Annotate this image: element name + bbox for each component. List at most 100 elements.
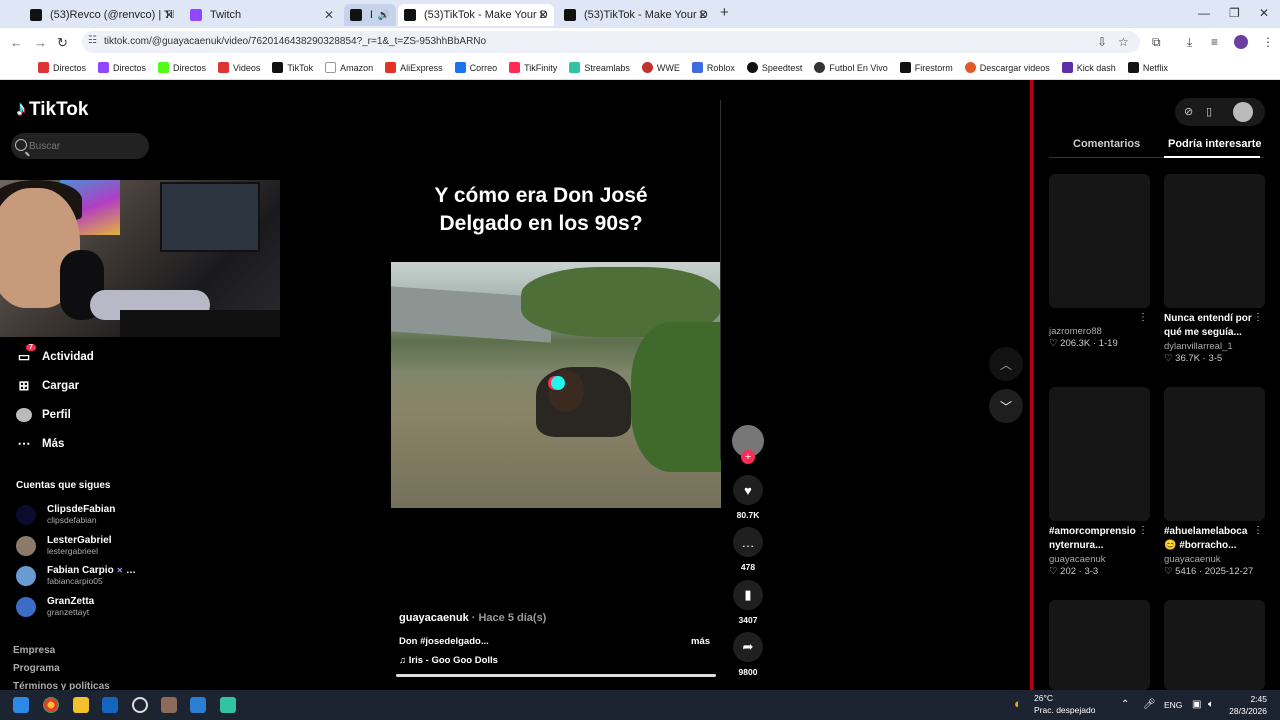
new-tab-button[interactable]: + [720, 4, 729, 21]
browser-tab-active[interactable]: (53)TikTok - Make Your Day ✕ [398, 4, 554, 26]
vscode-icon[interactable] [102, 697, 118, 713]
bookmark-wwe[interactable]: WWE [641, 62, 680, 73]
streamlabs-app-icon[interactable] [220, 697, 236, 713]
bookmark-amazon[interactable]: Amazon [325, 62, 373, 73]
bookmark-tikfinity[interactable]: TikFinity [509, 62, 557, 73]
suggested-video-card[interactable] [1164, 600, 1265, 690]
maximize-button[interactable]: ❐ [1229, 6, 1240, 20]
avatar[interactable] [1233, 102, 1253, 122]
video-author-line[interactable]: guayacaenuk · Hace 5 día(s) [399, 612, 546, 624]
photos-icon[interactable] [190, 697, 206, 713]
close-icon[interactable]: ✕ [538, 8, 548, 22]
clock-time[interactable]: 2:45 [1225, 694, 1267, 704]
suggested-video-card[interactable]: ⋮ #ahuelamelaboca 😊 #borracho... guayaca… [1164, 387, 1265, 577]
bookmark-futbol[interactable]: Futbol En Vivo [814, 62, 888, 73]
more-options-icon[interactable]: ⋮ [1253, 525, 1263, 536]
windows-start-icon[interactable] [13, 697, 29, 713]
bookmark-descargar[interactable]: Descargar videos [964, 62, 1050, 73]
more-options-icon[interactable]: ⋮ [1138, 312, 1148, 323]
followed-account[interactable]: GranZetta granzettayt [16, 596, 94, 617]
chrome-icon[interactable] [43, 697, 59, 713]
next-video-button[interactable]: ﹀ [989, 389, 1023, 423]
bookmark-correo[interactable]: Correo [454, 62, 497, 73]
bookmark-videos[interactable]: Videos [218, 62, 260, 73]
microphone-icon[interactable]: 🎤︎ [1143, 699, 1156, 710]
chevron-up-icon[interactable]: ⌃ [1121, 699, 1129, 710]
followed-account[interactable]: ClipsdeFabian clipsdefabian [16, 504, 115, 525]
search-box[interactable] [11, 133, 149, 159]
bookmark-netflix[interactable]: Netflix [1127, 62, 1168, 73]
close-icon[interactable]: ✕ [324, 8, 334, 22]
media-control-icon[interactable]: ≡ [1211, 35, 1218, 49]
follow-button[interactable]: + [741, 450, 755, 464]
browser-tab[interactable]: Twitch ✕ [184, 4, 340, 26]
more-options-icon[interactable]: ⋮ [1253, 312, 1263, 323]
suggested-video-card[interactable]: ⋮ Nunca entendí por qué me seguía... dyl… [1164, 174, 1265, 364]
bookmark-directos[interactable]: Directos [98, 62, 146, 73]
file-explorer-icon[interactable] [73, 697, 89, 713]
bookmark-directos[interactable]: Directos [158, 62, 206, 73]
weather-icon[interactable]: ◐ [1014, 696, 1022, 711]
followed-account[interactable]: Fabian Carpio ✕ … fabiancarpio05 [16, 565, 136, 586]
more-link[interactable]: más [691, 636, 710, 647]
extensions-icon[interactable]: ⧉ [1152, 35, 1161, 50]
mobile-device-icon[interactable]: ▯ [1206, 105, 1212, 118]
download-icon[interactable]: ⤓ [1187, 35, 1192, 50]
sidebar-item-perfil[interactable]: Perfil [16, 408, 71, 422]
menu-dots-icon[interactable]: ⋮ [1262, 35, 1274, 49]
network-icon[interactable]: ▣ [1192, 699, 1201, 710]
weather-temp[interactable]: 26°C [1034, 693, 1053, 703]
music-label[interactable]: ♫ Iris - Goo Goo Dolls [399, 655, 498, 666]
bookmark-kick-dash[interactable]: Kick dash [1061, 62, 1116, 73]
bookmark-directos[interactable]: Directos [38, 62, 86, 73]
video-progress-bar[interactable] [396, 674, 716, 677]
tiktok-logo[interactable]: ♪ TikTok [16, 98, 88, 121]
share-button[interactable]: ➦ 9800 [733, 632, 763, 677]
forward-icon[interactable]: → [34, 35, 47, 50]
suggested-video-card[interactable]: ⋮ jazromero88 ♡ 206.3K · 1-19 [1049, 174, 1150, 349]
like-button[interactable]: ♥ 80.7K [733, 475, 763, 520]
video-author[interactable]: guayacaenuk [399, 612, 469, 624]
browser-tab[interactable]: De 🔊 [344, 4, 396, 26]
compass-icon[interactable]: ⊘ [1184, 105, 1193, 118]
comment-button[interactable]: … 478 [733, 527, 763, 572]
obs-icon[interactable] [132, 697, 148, 713]
language-indicator[interactable]: ENG [1164, 700, 1182, 710]
bookmark-speedtest[interactable]: Speedtest [746, 62, 802, 73]
previous-video-button[interactable]: ︿ [989, 347, 1023, 381]
install-app-icon[interactable]: ⇩ [1097, 35, 1107, 49]
close-icon[interactable]: ✕ [698, 8, 708, 22]
footer-link-empresa[interactable]: Empresa [13, 645, 55, 656]
minimize-button[interactable]: — [1198, 6, 1210, 20]
sidebar-item-actividad[interactable]: ▭ 7 Actividad [16, 344, 94, 364]
profile-avatar[interactable] [1234, 35, 1248, 49]
more-options-icon[interactable]: ⋮ [1138, 525, 1148, 536]
clock-date[interactable]: 28/3/2026 [1222, 706, 1267, 716]
save-button[interactable]: ▮ 3407 [733, 580, 763, 625]
browser-tab[interactable]: (53)TikTok - Make Your Day ✕ [558, 4, 714, 26]
sidebar-item-mas[interactable]: ⋯ Más [16, 436, 65, 451]
reload-icon[interactable]: ↻ [57, 35, 68, 51]
back-icon[interactable]: ← [10, 35, 23, 50]
followed-account[interactable]: LesterGabriel lestergabrieel [16, 535, 111, 556]
bookmark-streamlabs[interactable]: Streamlabs [569, 62, 630, 73]
bookmark-firestorm[interactable]: Firestorm [899, 62, 953, 73]
suggested-video-card[interactable]: ⋮ #amorcomprensio nyternura... guayacaen… [1049, 387, 1150, 577]
footer-link-programa[interactable]: Programa [13, 663, 60, 674]
weather-description[interactable]: Prac. despejado [1034, 705, 1095, 715]
volume-icon[interactable]: 🔈︎ [1208, 699, 1214, 710]
tab-comentarios[interactable]: Comentarios [1073, 138, 1140, 150]
bookmark-aliexpress[interactable]: AliExpress [385, 62, 443, 73]
footer-link-terminos[interactable]: Términos y políticas [13, 681, 110, 690]
close-icon[interactable]: ✕ [164, 8, 174, 22]
app-icon[interactable] [161, 697, 177, 713]
url-bar[interactable]: ☷ tiktok.com/@guayacaenuk/video/76201464… [82, 31, 1140, 53]
sidebar-item-cargar[interactable]: ⊞ Cargar [16, 378, 80, 393]
suggested-video-card[interactable] [1049, 600, 1150, 690]
search-input[interactable] [29, 133, 144, 159]
bookmark-roblox[interactable]: Roblox [691, 62, 735, 73]
bookmark-tiktok[interactable]: TikTok [272, 62, 313, 73]
site-info-icon[interactable]: ☷ [88, 35, 97, 46]
browser-tab[interactable]: (53)Revco (@renvco) | TikTok ✕ [24, 4, 180, 26]
close-window-button[interactable]: ✕ [1259, 6, 1269, 20]
